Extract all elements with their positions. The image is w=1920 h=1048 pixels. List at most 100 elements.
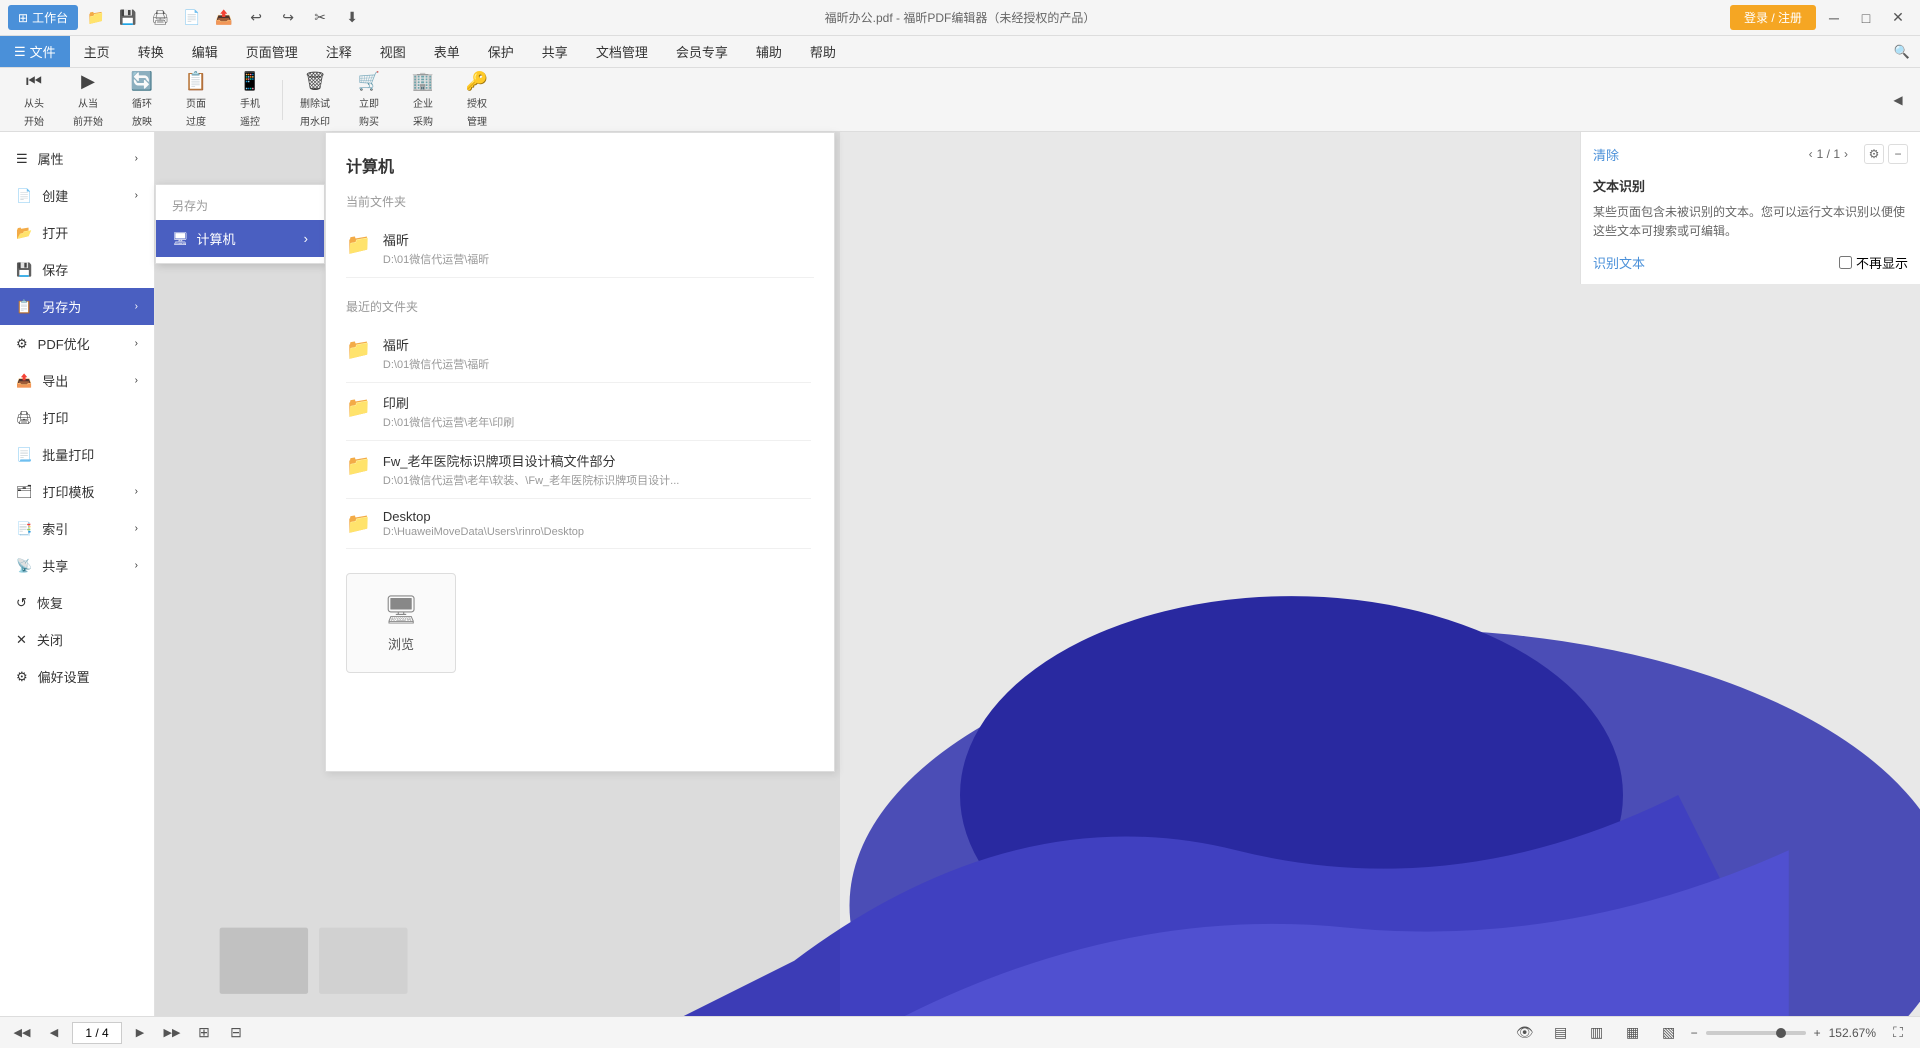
clear-button[interactable]: 清除 <box>1593 145 1619 164</box>
page-input[interactable] <box>72 1022 122 1044</box>
enterprise-purchase-button[interactable]: 🏢 企业 采购 <box>397 72 449 128</box>
zoom-slider[interactable] <box>1706 1031 1806 1035</box>
zoom-plus: + <box>1814 1026 1821 1040</box>
right-panel-header: 清除 ‹ 1 / 1 › ⚙ − <box>1593 144 1908 164</box>
settings-icon[interactable]: ⚙ <box>1864 144 1884 164</box>
menu-item-create[interactable]: 📄 创建 › <box>0 177 154 214</box>
continuous-button[interactable]: ▦ <box>1619 1019 1647 1047</box>
menu-vip[interactable]: 会员专享 <box>662 36 742 67</box>
search-button[interactable]: 🔍 <box>1884 36 1920 67</box>
page-next-button[interactable]: › <box>1844 147 1848 161</box>
recent-folder-info-2: Fw_老年医院标识牌项目设计稿文件部分 D:\01微信代运营\老年\软装、\Fw… <box>383 451 679 488</box>
menu-form[interactable]: 表单 <box>420 36 474 67</box>
recent-folder-path-2: D:\01微信代运营\老年\软装、\Fw_老年医院标识牌项目设计... <box>383 472 679 488</box>
buy-now-button[interactable]: 🛒 立即 购买 <box>343 72 395 128</box>
nav-prev-button[interactable]: ◀ <box>40 1019 68 1047</box>
menu-convert[interactable]: 转换 <box>124 36 178 67</box>
menu-home[interactable]: 主页 <box>70 36 124 67</box>
minus-icon[interactable]: − <box>1888 144 1908 164</box>
menu-page-manage[interactable]: 页面管理 <box>232 36 312 67</box>
zoom-out-button[interactable]: 👁 <box>1511 1019 1539 1047</box>
minimize-button[interactable]: ─ <box>1820 4 1848 32</box>
recent-folder-2[interactable]: 📁 Fw_老年医院标识牌项目设计稿文件部分 D:\01微信代运营\老年\软装、\… <box>346 441 811 499</box>
buy-label: 立即 <box>359 95 379 110</box>
menu-item-properties[interactable]: ☰ 属性 › <box>0 140 154 177</box>
recent-label: 最近的文件夹 <box>346 298 814 315</box>
close-button[interactable]: ✕ <box>1884 4 1912 32</box>
saveas-submenu: 另存为 🖥 计算机 › <box>155 184 325 264</box>
from-current-button[interactable]: ▶ 从当 前开始 <box>62 72 114 128</box>
menu-doc-manage[interactable]: 文档管理 <box>582 36 662 67</box>
saveas-title: 另存为 <box>156 191 324 220</box>
menu-item-print-template[interactable]: 🗂 打印模板 › <box>0 473 154 510</box>
save-icon[interactable]: 💾 <box>114 4 142 32</box>
menu-share[interactable]: 共享 <box>528 36 582 67</box>
undo-icon[interactable]: ↩ <box>242 4 270 32</box>
recent-section: 最近的文件夹 📁 福昕 D:\01微信代运营\福昕 📁 印刷 D:\01微信代运… <box>346 298 814 549</box>
current-folder-item[interactable]: 📁 福昕 D:\01微信代运营\福昕 <box>346 220 814 278</box>
browse-button[interactable]: 🖥 浏览 <box>346 573 456 673</box>
recover-label: 恢复 <box>37 593 63 612</box>
menu-item-close[interactable]: ✕ 关闭 <box>0 621 154 658</box>
nav-first-button[interactable]: ◀◀ <box>8 1019 36 1047</box>
layout-button[interactable]: ⊟ <box>222 1019 250 1047</box>
login-button[interactable]: 登录 / 注册 <box>1730 5 1816 30</box>
two-page-button[interactable]: ▥ <box>1583 1019 1611 1047</box>
redo-icon[interactable]: ↪ <box>274 4 302 32</box>
menu-item-print[interactable]: 🖨 打印 <box>0 399 154 436</box>
print-icon[interactable]: 🖨 <box>146 4 174 32</box>
menu-protect[interactable]: 保护 <box>474 36 528 67</box>
enterprise-label2: 采购 <box>413 113 433 128</box>
recent-folder-3[interactable]: 📁 Desktop D:\HuaweiMoveData\Users\rinro\… <box>346 499 811 549</box>
new-doc-icon[interactable]: 📄 <box>178 4 206 32</box>
nav-next-button[interactable]: ▶ <box>126 1019 154 1047</box>
remove-watermark-button[interactable]: 🗑 删除试 用水印 <box>289 72 341 128</box>
menu-edit[interactable]: 编辑 <box>178 36 232 67</box>
auth-manage-button[interactable]: 🔑 授权 管理 <box>451 72 503 128</box>
from-start-label: 从头 <box>24 95 44 110</box>
menu-assist[interactable]: 辅助 <box>742 36 796 67</box>
loop-play-button[interactable]: 🔄 循环 放映 <box>116 72 168 128</box>
menu-item-preferences[interactable]: ⚙ 偏好设置 <box>0 658 154 695</box>
recognize-text-link[interactable]: 识别文本 <box>1593 253 1645 272</box>
page-prev-button[interactable]: ‹ <box>1809 147 1813 161</box>
from-start-button[interactable]: ⏮ 从头 开始 <box>8 72 60 128</box>
from-start-label2: 开始 <box>24 113 44 128</box>
page-nav: ‹ 1 / 1 › <box>1809 147 1848 161</box>
menu-annotate[interactable]: 注释 <box>312 36 366 67</box>
no-show-checkbox[interactable] <box>1839 256 1852 269</box>
dropdown-arrow-icon[interactable]: ⬇ <box>338 4 366 32</box>
properties-label: 属性 <box>38 149 64 168</box>
menu-item-recover[interactable]: ↺ 恢复 <box>0 584 154 621</box>
workbench-button[interactable]: ⊞ 工作台 <box>8 5 78 30</box>
menu-item-save[interactable]: 💾 保存 <box>0 251 154 288</box>
maximize-button[interactable]: □ <box>1852 4 1880 32</box>
browse-label: 浏览 <box>388 634 414 653</box>
menu-item-export[interactable]: 📤 导出 › <box>0 362 154 399</box>
fullscreen-button[interactable]: ⛶ <box>1884 1019 1912 1047</box>
more-view-button[interactable]: ▧ <box>1655 1019 1683 1047</box>
single-page-button[interactable]: ▤ <box>1547 1019 1575 1047</box>
nav-last-button[interactable]: ▶▶ <box>158 1019 186 1047</box>
menu-item-pdf-optimize[interactable]: ⚙ PDF优化 › <box>0 325 154 362</box>
menu-item-open[interactable]: 📂 打开 <box>0 214 154 251</box>
mobile-control-button[interactable]: 📱 手机 遥控 <box>224 72 276 128</box>
open-file-icon[interactable]: 📁 <box>82 4 110 32</box>
cut-icon[interactable]: ✂ <box>306 4 334 32</box>
menu-file[interactable]: ☰ 文件 <box>0 36 70 67</box>
thumbnail-button[interactable]: ⊞ <box>190 1019 218 1047</box>
export-icon[interactable]: 📤 <box>210 4 238 32</box>
recent-folder-1[interactable]: 📁 印刷 D:\01微信代运营\老年\印刷 <box>346 383 811 441</box>
menu-item-share[interactable]: 📡 共享 › <box>0 547 154 584</box>
recent-folder-0[interactable]: 📁 福昕 D:\01微信代运营\福昕 <box>346 325 811 383</box>
right-panel-toggle[interactable]: ◀ <box>1884 86 1912 114</box>
menu-item-saveas[interactable]: 📋 另存为 › <box>0 288 154 325</box>
recent-folder-path-1: D:\01微信代运营\老年\印刷 <box>383 414 514 430</box>
saveas-label: 另存为 <box>42 297 81 316</box>
page-transition-button[interactable]: 📋 页面 过度 <box>170 72 222 128</box>
menu-item-batch-print[interactable]: 📃 批量打印 <box>0 436 154 473</box>
menu-item-index[interactable]: 📑 索引 › <box>0 510 154 547</box>
saveas-computer[interactable]: 🖥 计算机 › <box>156 220 324 257</box>
menu-view[interactable]: 视图 <box>366 36 420 67</box>
menu-help[interactable]: 帮助 <box>796 36 850 67</box>
